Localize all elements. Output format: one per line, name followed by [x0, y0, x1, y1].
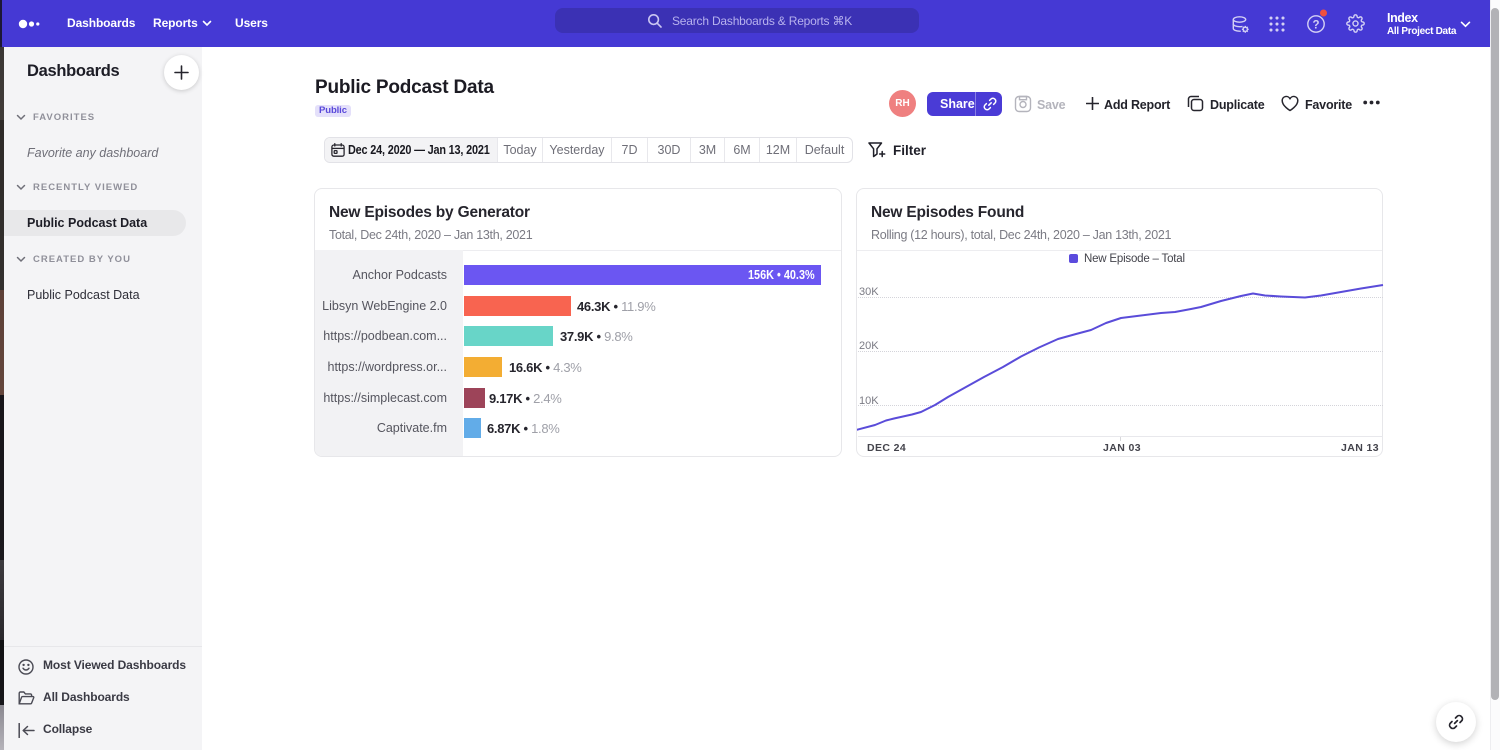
svg-text:?: ? — [1312, 19, 1319, 31]
